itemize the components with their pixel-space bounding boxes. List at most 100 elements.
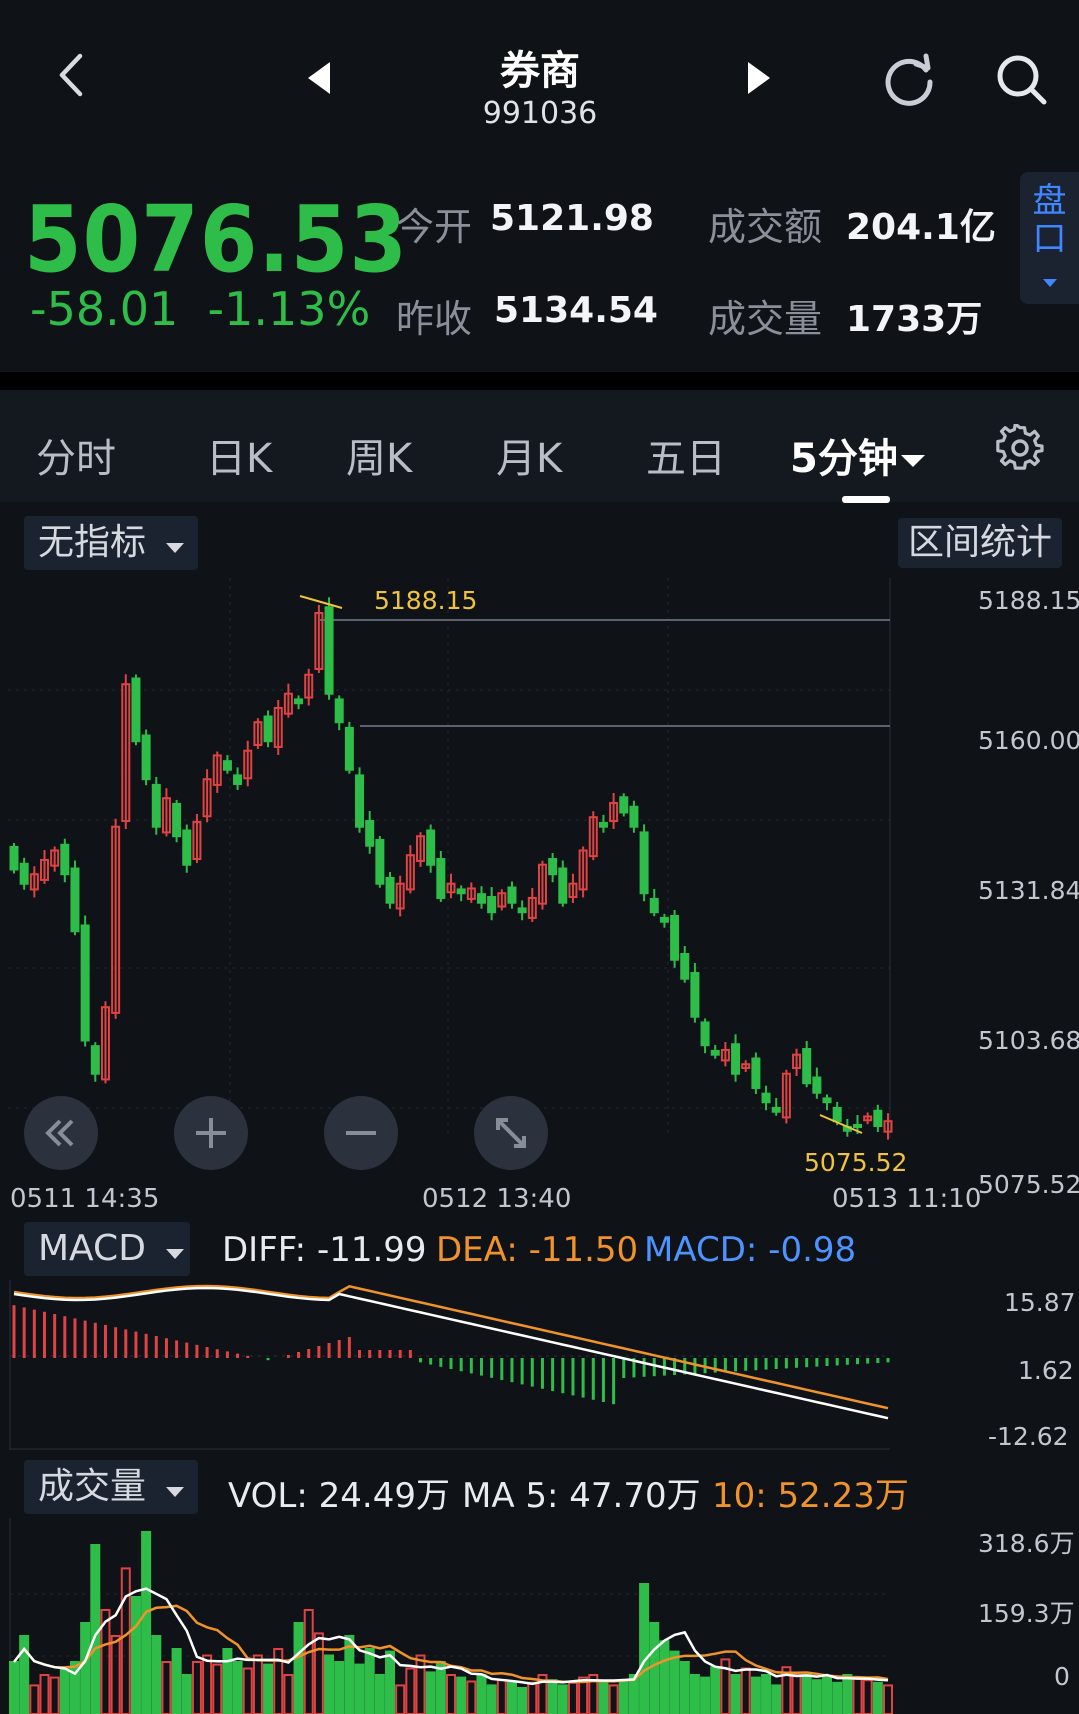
candle [456, 888, 466, 895]
tab-monthly-k[interactable]: 月K [496, 426, 562, 484]
triangle-left-icon[interactable] [306, 60, 332, 96]
tab-5min-label: 5分钟 [790, 436, 898, 482]
candle [487, 896, 497, 914]
volume-bar [222, 1648, 233, 1714]
y-tick-label: 5103.68 [978, 1026, 1079, 1055]
macd-diff-legend: DIFF: -11.99 [222, 1230, 427, 1270]
volume-bar [883, 1684, 893, 1714]
volume-bar [141, 1531, 152, 1714]
candle [558, 867, 568, 904]
candle [344, 726, 354, 771]
volume-bar [263, 1663, 274, 1714]
volume-bar [811, 1679, 822, 1714]
candle [426, 829, 436, 866]
divider [0, 372, 1079, 390]
volume-bar [456, 1676, 467, 1714]
vol-y-label: 0 [1054, 1662, 1070, 1691]
change-percent: -1.13% [207, 282, 371, 336]
macd-select[interactable]: MACD [24, 1222, 190, 1276]
page-title: 券商 [500, 48, 580, 94]
candle [233, 774, 243, 785]
candle [324, 606, 334, 695]
y-tick-label: 5160.00 [978, 726, 1079, 755]
volume-bar [466, 1680, 477, 1714]
candle [853, 1124, 863, 1129]
volume-bar [547, 1679, 558, 1714]
tab-daily-k[interactable]: 日K [206, 426, 272, 484]
volume-bar [395, 1684, 406, 1714]
pankou-label: 盘口 [1032, 181, 1067, 259]
volume-bar [354, 1663, 365, 1714]
vol-legend: VOL: 24.49万 [228, 1476, 450, 1516]
macd-y-label: 15.87 [1004, 1288, 1076, 1317]
search-icon[interactable] [994, 52, 1050, 108]
volume-bar [649, 1622, 660, 1714]
zoom-in-button[interactable] [174, 1096, 248, 1170]
volume-bar [567, 1681, 578, 1714]
fullscreen-button[interactable] [474, 1096, 548, 1170]
refresh-icon[interactable] [880, 52, 938, 110]
volume-bar [740, 1667, 751, 1714]
candle [80, 924, 90, 1042]
tab-fenshi[interactable]: 分时 [36, 426, 116, 484]
volume-bar [496, 1679, 507, 1714]
indicator-select[interactable]: 无指标 [24, 516, 198, 570]
tab-five-day[interactable]: 五日 [646, 426, 726, 484]
volume-bar [750, 1676, 761, 1714]
candle [375, 839, 385, 885]
triangle-right-icon[interactable] [746, 60, 772, 96]
volume-bar [293, 1622, 304, 1714]
rewind-icon [45, 1119, 74, 1147]
x-tick-label: 0513 11:10 [832, 1184, 982, 1214]
chevron-left-icon[interactable] [52, 50, 92, 100]
candle [355, 774, 365, 828]
candle [90, 1045, 100, 1075]
candle [751, 1057, 761, 1089]
rewind-button[interactable] [24, 1096, 98, 1170]
volume-bar [476, 1674, 487, 1714]
volume-bar [324, 1654, 335, 1714]
volume-bar [9, 1661, 19, 1714]
volume-bar [608, 1684, 619, 1714]
candle [659, 916, 669, 923]
high-price-label: 5188.15 [374, 586, 478, 615]
volume-bar [517, 1687, 528, 1714]
gear-icon[interactable] [996, 424, 1044, 472]
volume-bar [689, 1674, 700, 1714]
tab-weekly-k[interactable]: 周K [346, 426, 412, 484]
tab-5min[interactable]: 5分钟 [790, 426, 926, 484]
volume-bar [151, 1635, 162, 1714]
range-stats-button[interactable]: 区间统计 [898, 518, 1062, 568]
volume-bar [110, 1635, 121, 1714]
volume-bar [334, 1661, 345, 1714]
pankou-button[interactable]: 盘口 [1020, 172, 1079, 304]
zoom-out-button[interactable] [324, 1096, 398, 1170]
candle [70, 867, 80, 933]
volume-bar [385, 1650, 396, 1714]
volume-bar [232, 1661, 243, 1714]
caret-down-icon [1042, 279, 1057, 287]
indicator-select-label: 无指标 [38, 522, 147, 563]
volume-bar [161, 1661, 172, 1714]
candle [151, 783, 161, 828]
y-tick-label: 5131.84 [978, 876, 1079, 905]
volume-bar [761, 1674, 772, 1714]
macd-y-label: 1.62 [1018, 1356, 1074, 1385]
nav-bar: 券商 991036 [0, 0, 1079, 150]
volume-bar [618, 1679, 629, 1714]
candle [141, 734, 151, 781]
volume-bar [49, 1676, 60, 1714]
candle [690, 972, 700, 1018]
volume-bar [303, 1609, 314, 1714]
active-tab-indicator [842, 496, 890, 503]
x-tick-label: 0511 14:35 [10, 1184, 160, 1214]
volume-bar [862, 1679, 873, 1714]
volume-select[interactable]: 成交量 [24, 1460, 198, 1514]
turnover-value: 204.1亿 [846, 207, 996, 248]
volume-bar [425, 1671, 436, 1714]
volume-bar [59, 1667, 70, 1714]
ma10-legend: 10: 52.23万 [712, 1476, 909, 1516]
zoom-out-icon [346, 1131, 376, 1135]
candle [680, 953, 690, 980]
volume-label: 成交量 [708, 297, 823, 341]
